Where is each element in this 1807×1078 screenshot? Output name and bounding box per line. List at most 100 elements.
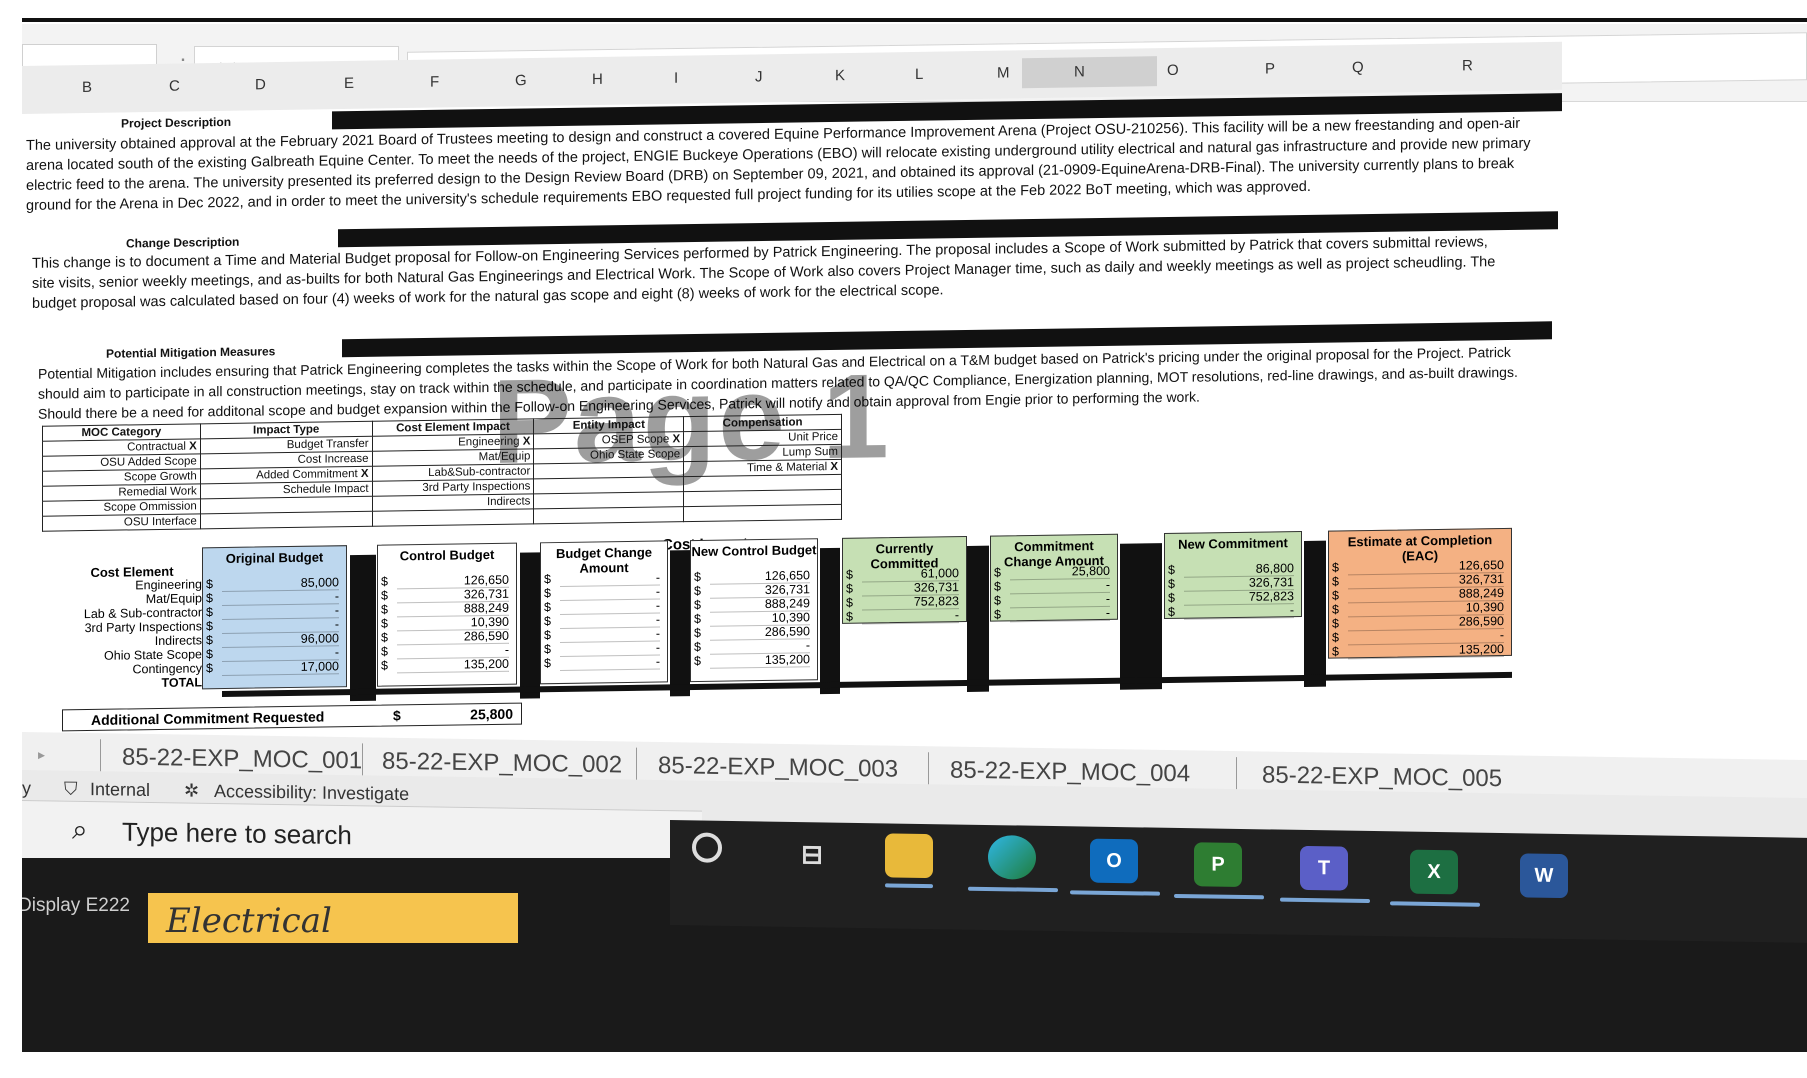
col-header[interactable]: J xyxy=(755,68,763,85)
sticky-note-text: Electrical xyxy=(166,901,332,941)
cost-cell[interactable]: 135,200 xyxy=(1348,642,1504,660)
currency-symbol: $ xyxy=(1332,616,1339,631)
col-header[interactable]: L xyxy=(915,66,923,83)
additional-commitment-value[interactable]: 25,800 xyxy=(470,706,513,723)
sheet-tab[interactable]: 85-22-EXP_MOC_002 xyxy=(382,748,622,780)
check-mark[interactable]: X xyxy=(361,468,369,480)
additional-commitment-row: Additional Commitment Requested $ 25,800 xyxy=(62,702,522,732)
sensitivity-label[interactable]: Internal xyxy=(90,779,150,801)
currency-symbol: $ xyxy=(381,616,388,631)
photo-border-left xyxy=(0,0,22,1078)
currency-symbol: $ xyxy=(694,569,701,585)
cost-cell[interactable]: - xyxy=(862,608,959,625)
cortana-icon[interactable] xyxy=(692,832,722,863)
col-header[interactable]: F xyxy=(430,73,439,90)
task-view-icon[interactable]: ⊟ xyxy=(788,832,836,877)
currency-symbol: $ xyxy=(1332,574,1339,589)
column-header: New Commitment xyxy=(1178,535,1288,552)
sheet-tab[interactable]: 85-22-EXP_MOC_005 xyxy=(1262,761,1502,793)
currency-symbol: $ xyxy=(206,633,213,648)
check-mark[interactable]: X xyxy=(523,435,531,447)
excel-icon[interactable]: X xyxy=(1410,849,1458,895)
compensation: Time & Material xyxy=(747,461,828,475)
impact-type: Added Commitment xyxy=(256,468,358,482)
monitor-bezel xyxy=(20,18,1807,22)
file-explorer-icon[interactable] xyxy=(885,833,933,879)
cost-cell[interactable]: - xyxy=(1184,603,1294,620)
active-indicator xyxy=(1280,897,1370,903)
project-icon[interactable]: P xyxy=(1194,842,1242,887)
col-header[interactable]: R xyxy=(1462,57,1473,74)
display-label: Display E222 xyxy=(18,895,130,916)
currency-symbol: $ xyxy=(544,572,551,587)
currency-symbol: $ xyxy=(381,602,388,617)
column-separator xyxy=(670,550,690,697)
col-header[interactable]: E xyxy=(344,75,354,92)
teams-icon[interactable]: T xyxy=(1300,845,1348,891)
col-header[interactable]: Q xyxy=(1352,59,1364,76)
cost-cell[interactable]: - xyxy=(560,654,660,672)
cost-cell[interactable]: 135,200 xyxy=(397,656,509,674)
currency-symbol: $ xyxy=(1168,604,1175,619)
accessibility-status[interactable]: Accessibility: Investigate xyxy=(214,781,409,805)
project-description-text: The university obtained approval at the … xyxy=(26,115,1531,214)
entity: OSEP Scope xyxy=(601,433,670,447)
col-header[interactable]: B xyxy=(82,79,92,96)
sheet-tab[interactable]: 85-22-EXP_MOC_001 xyxy=(122,744,362,776)
active-indicator xyxy=(1390,901,1480,907)
photo-border-bottom xyxy=(0,1052,1807,1078)
outlook-icon[interactable]: O xyxy=(1090,838,1138,884)
column-header: New Control Budget xyxy=(691,542,817,560)
cost-cell[interactable]: 135,200 xyxy=(710,652,810,669)
project-description-label: Project Description xyxy=(117,114,236,131)
col-header[interactable]: M xyxy=(997,64,1010,81)
col-header[interactable]: O xyxy=(1167,62,1179,79)
col-header[interactable]: I xyxy=(674,70,678,87)
moc-category: OSU Interface xyxy=(42,513,201,532)
currency-symbol: $ xyxy=(393,707,401,724)
currency-symbol: $ xyxy=(1332,588,1339,603)
word-icon[interactable]: W xyxy=(1520,853,1568,899)
worksheet[interactable]: Project Description The university obtai… xyxy=(22,87,1562,770)
tab-scroll-icon[interactable]: ▸ xyxy=(38,746,45,763)
currency-symbol: $ xyxy=(206,605,213,620)
cost-cell[interactable]: - xyxy=(1010,605,1110,623)
currency-symbol: $ xyxy=(206,577,213,592)
edge-icon[interactable] xyxy=(988,834,1036,880)
column-separator xyxy=(1304,540,1326,687)
currency-symbol: $ xyxy=(1332,560,1339,575)
currency-symbol: $ xyxy=(381,658,388,673)
column-separator xyxy=(1120,543,1162,690)
currency-symbol: $ xyxy=(1168,576,1175,591)
column-separator xyxy=(520,552,540,699)
check-mark[interactable]: X xyxy=(189,440,197,452)
currency-symbol: $ xyxy=(206,591,213,606)
col-header[interactable]: D xyxy=(255,76,266,93)
change-description-label: Change Description xyxy=(122,234,244,251)
currency-symbol: $ xyxy=(846,595,853,610)
column-separator xyxy=(820,547,840,695)
active-indicator xyxy=(885,883,933,889)
currency-symbol: $ xyxy=(994,607,1001,622)
col-header[interactable]: G xyxy=(515,72,527,89)
col-header-selected[interactable]: N xyxy=(1074,63,1085,80)
col-header[interactable]: C xyxy=(169,78,180,95)
currency-symbol: $ xyxy=(1168,590,1175,605)
search-placeholder: Type here to search xyxy=(122,816,352,851)
check-mark[interactable]: X xyxy=(673,433,681,445)
change-description-text: This change is to document a Time and Ma… xyxy=(32,234,1496,312)
currency-symbol: $ xyxy=(381,574,388,589)
col-header[interactable]: P xyxy=(1265,60,1275,77)
currency-symbol: $ xyxy=(544,614,551,629)
currency-symbol: $ xyxy=(544,642,551,657)
column-header: Control Budget xyxy=(399,546,495,564)
col-header[interactable]: K xyxy=(835,67,845,84)
sheet-tab[interactable]: 85-22-EXP_MOC_004 xyxy=(950,757,1190,789)
col-header[interactable]: H xyxy=(592,71,603,88)
sheet-tab[interactable]: 85-22-EXP_MOC_003 xyxy=(658,752,898,784)
cost-cell[interactable]: 17,000 xyxy=(222,659,339,677)
currency-symbol: $ xyxy=(846,581,853,596)
check-mark[interactable]: X xyxy=(830,461,838,473)
currency-symbol: $ xyxy=(694,583,701,599)
currency-symbol: $ xyxy=(994,593,1001,608)
